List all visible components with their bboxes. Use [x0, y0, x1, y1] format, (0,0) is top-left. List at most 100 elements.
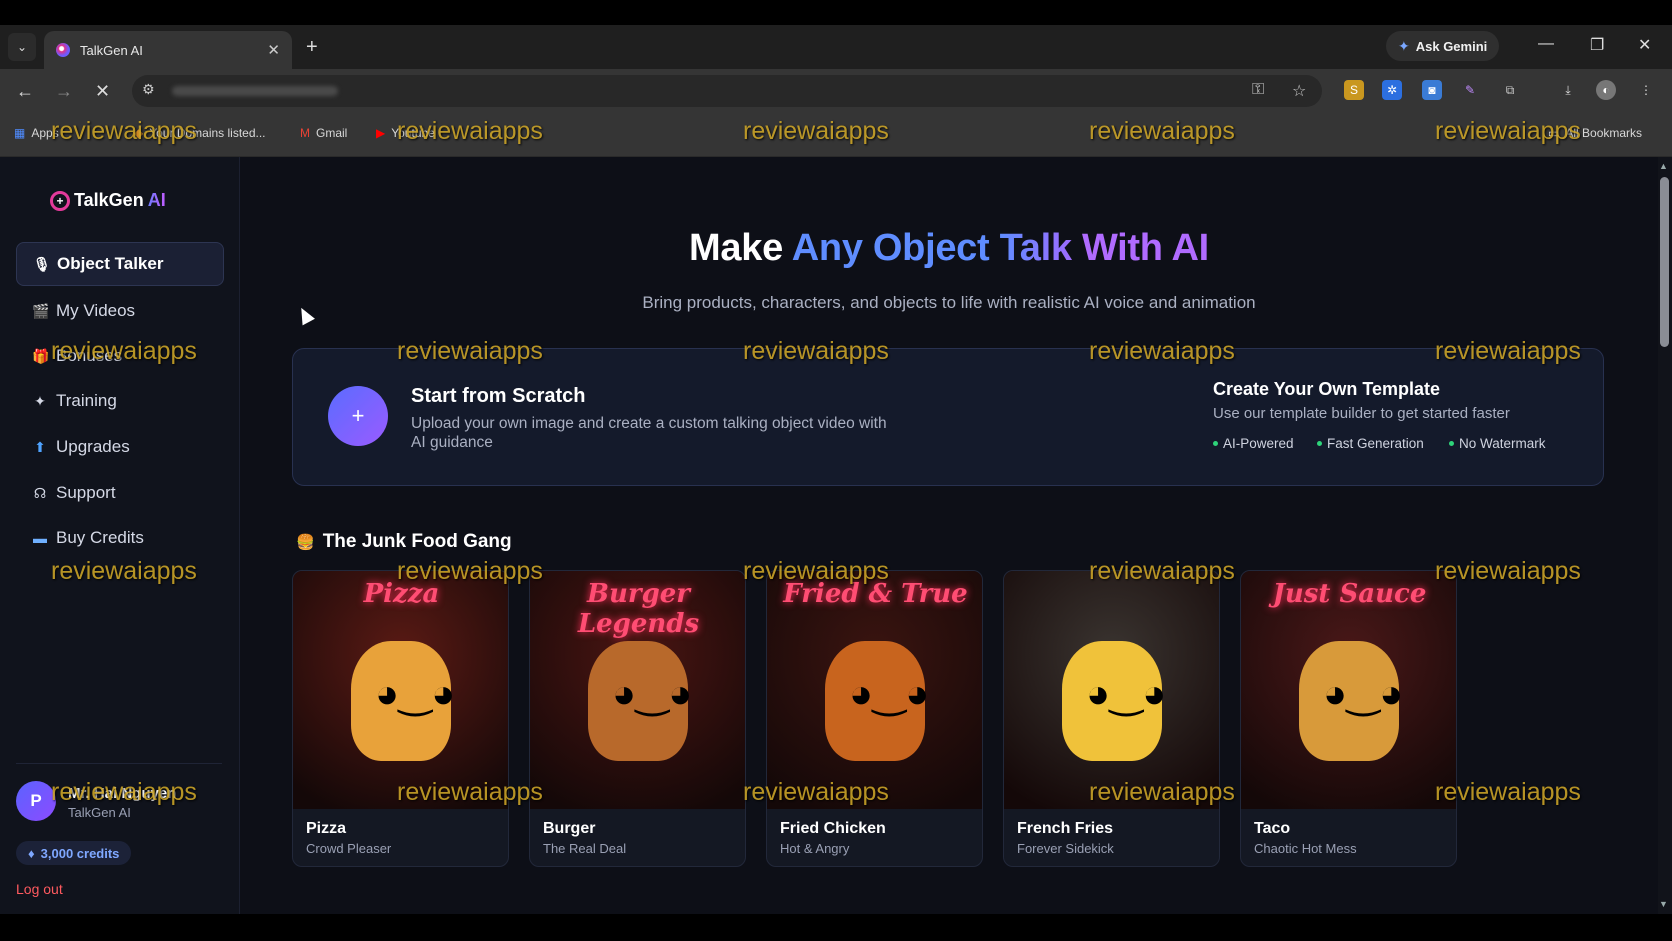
scrollbar-thumb[interactable] [1660, 177, 1669, 347]
extension-icon[interactable]: ✎ [1460, 80, 1480, 100]
feature-ai-powered: AI-Powered [1213, 436, 1294, 451]
bottom-bar [0, 914, 1672, 941]
card-title: Burger [543, 820, 596, 837]
blurred-url [172, 86, 338, 96]
microphone-icon: 🎙 [33, 255, 51, 272]
logo-text: TalkGen [74, 190, 144, 210]
burger-icon: 🍔 [296, 534, 315, 551]
puzzle-icon[interactable]: ⧉ [1500, 80, 1520, 100]
training-icon: ✦ [34, 392, 46, 409]
card-title: Fried Chicken [780, 820, 886, 837]
template-card-pizza[interactable]: Pizza ◕‿◕ Pizza Crowd Pleaser [292, 570, 509, 867]
close-icon[interactable]: ✕ [267, 41, 280, 59]
hero-title: Make Any Object Talk With AI [689, 227, 1209, 269]
app: + TalkGen AI 🎙 Object Talker 🎬 My Videos … [0, 157, 1672, 914]
new-tab-button[interactable]: + [306, 35, 318, 59]
bookmark-domains[interactable]: ◆ Your Domains listed... [134, 126, 266, 140]
bookmark-apps[interactable]: ▦ Apps [14, 126, 59, 140]
sidebar-item-my-videos[interactable]: 🎬 My Videos [16, 289, 224, 333]
download-icon[interactable]: ⤓ [1558, 80, 1578, 100]
menu-icon[interactable]: ⋮ [1636, 80, 1656, 100]
logout-link[interactable]: Log out [16, 881, 63, 897]
sidebar-item-support[interactable]: ☊ Support [16, 471, 224, 515]
back-icon[interactable]: ← [16, 79, 34, 103]
profile-icon[interactable]: ◐ [1596, 80, 1616, 100]
ask-gemini-label: Ask Gemini [1415, 38, 1488, 54]
template-card-fried-chicken[interactable]: Fried & True ◕‿◕ Fried Chicken Hot & Angr… [766, 570, 983, 867]
hero-subtitle: Bring products, characters, and objects … [642, 293, 1256, 312]
face-icon: ◕‿◕ [612, 672, 693, 716]
bookmark-youtube[interactable]: ▶ Youtube [376, 126, 435, 140]
divider [16, 763, 222, 764]
scroll-up-icon[interactable]: ▲ [1659, 161, 1668, 171]
browser-tab[interactable]: TalkGen AI ✕ [44, 31, 292, 69]
logo[interactable]: + TalkGen AI [50, 190, 166, 211]
browser-tab-bar: ⌄ TalkGen AI ✕ + ✦ Ask Gemini — ❐ ✕ [0, 25, 1672, 69]
bookmarks-bar: ▦ Apps ◆ Your Domains listed... M Gmail ▶ Yo… [0, 113, 1672, 157]
card-image: Just Sauce ◕‿◕ [1241, 571, 1456, 809]
tab-title: TalkGen AI [80, 42, 143, 58]
dot-icon [1449, 441, 1454, 446]
sidebar-item-buy-credits[interactable]: ▬ Buy Credits [16, 516, 224, 560]
template-card-taco[interactable]: Just Sauce ◕‿◕ Taco Chaotic Hot Mess [1240, 570, 1457, 867]
add-button[interactable]: + [328, 386, 388, 446]
feature-no-watermark: No Watermark [1449, 436, 1546, 451]
user-name: Mr. Hai Nguyen [68, 785, 177, 802]
card-subtitle: Forever Sidekick [1017, 841, 1114, 856]
upgrade-icon: ⬆ [34, 438, 46, 455]
face-icon: ◕‿◕ [375, 672, 456, 716]
start-from-scratch-card[interactable]: + Start from Scratch Upload your own ima… [292, 348, 1604, 486]
window-close-icon[interactable]: ✕ [1638, 35, 1651, 55]
screen: ⌄ TalkGen AI ✕ + ✦ Ask Gemini — ❐ ✕ ← → … [0, 0, 1672, 941]
minimize-icon[interactable]: — [1538, 35, 1554, 53]
gemini-spark-icon: ✦ [1398, 37, 1410, 54]
sidebar-item-upgrades[interactable]: ⬆ Upgrades [16, 425, 224, 469]
clapper-icon: 🎬 [32, 302, 50, 319]
extension-icon[interactable]: ✲ [1382, 80, 1402, 100]
ask-gemini-button[interactable]: ✦ Ask Gemini [1386, 31, 1500, 61]
face-icon: ◕‿◕ [1086, 672, 1167, 716]
template-card-french-fries[interactable]: ◕‿◕ French Fries Forever Sidekick [1003, 570, 1220, 867]
forward-icon[interactable]: → [55, 79, 73, 103]
bookmark-all[interactable]: ▭ All Bookmarks [1548, 126, 1642, 140]
chevron-down-icon: ⌄ [16, 40, 28, 54]
star-icon[interactable]: ☆ [1292, 81, 1306, 101]
apps-grid-icon: ▦ [14, 126, 26, 140]
card-subtitle: The Real Deal [543, 841, 627, 856]
sidebar: + TalkGen AI 🎙 Object Talker 🎬 My Videos … [0, 157, 240, 914]
card-subtitle: Crowd Pleaser [306, 841, 392, 856]
site-info-icon[interactable]: ⚙ [142, 81, 155, 98]
stop-loading-icon[interactable]: ✕ [95, 79, 110, 103]
sidebar-item-training[interactable]: ✦ Training [16, 379, 224, 423]
template-title: Create Your Own Template [1213, 379, 1441, 399]
logo-ai: AI [147, 190, 166, 210]
template-description: Use our template builder to get started … [1213, 405, 1510, 422]
section-title: 🍔 The Junk Food Gang [296, 531, 512, 552]
extension-icon[interactable]: S [1344, 80, 1364, 100]
main-content: Make Any Object Talk With AI Bring produ… [240, 157, 1658, 914]
card-subtitle: Hot & Angry [780, 841, 850, 856]
sidebar-item-object-talker[interactable]: 🎙 Object Talker [16, 242, 224, 286]
card-title: Pizza [306, 820, 347, 837]
card-title: Taco [1254, 820, 1291, 837]
template-card-burger[interactable]: Burger Legends ◕‿◕ Burger The Real Deal [529, 570, 746, 867]
card-title: French Fries [1017, 820, 1114, 837]
address-bar[interactable]: ⚙ ⚿ ☆ [132, 75, 1322, 107]
user-subtitle: TalkGen AI [68, 805, 131, 820]
extension-icon[interactable]: ◙ [1422, 80, 1442, 100]
key-icon[interactable]: ⚿ [1252, 81, 1264, 99]
avatar[interactable]: P [16, 781, 56, 821]
dot-icon [1317, 441, 1322, 446]
gmail-icon: M [300, 126, 310, 140]
tab-search-button[interactable]: ⌄ [8, 33, 36, 61]
sidebar-item-bonuses[interactable]: 🎁 Bonuses [16, 334, 224, 378]
bookmark-gmail[interactable]: M Gmail [300, 126, 347, 140]
scroll-down-icon[interactable]: ▼ [1659, 899, 1668, 909]
feature-fast-generation: Fast Generation [1317, 436, 1424, 451]
card-image: Pizza ◕‿◕ [293, 571, 508, 809]
face-icon: ◕‿◕ [849, 672, 930, 716]
scratch-title: Start from Scratch [411, 385, 586, 407]
card-image: Burger Legends ◕‿◕ [530, 571, 745, 809]
gift-icon: 🎁 [32, 347, 50, 364]
restore-icon[interactable]: ❐ [1590, 35, 1604, 55]
